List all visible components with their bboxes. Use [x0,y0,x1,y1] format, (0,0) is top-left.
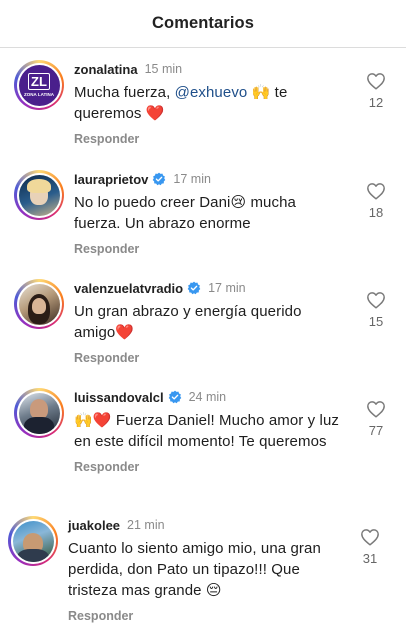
like-button[interactable]: 15 [362,291,390,329]
page-title: Comentarios [152,14,254,32]
comment-text: Un gran abrazo y energía querido amigo❤️ [74,303,302,341]
avatar[interactable] [14,279,64,329]
like-button[interactable]: 18 [362,182,390,220]
comment-time: 17 min [208,281,246,295]
like-count: 77 [368,423,384,438]
mention-link[interactable]: @exhuevo [175,84,248,101]
avatar[interactable] [8,516,58,566]
avatar[interactable] [14,388,64,438]
avatar[interactable] [14,170,64,220]
comment-text: 🙌❤️ Fuerza Daniel! Mucho amor y luz en e… [74,412,340,450]
heart-outline-icon [367,183,385,200]
comment-time: 21 min [127,518,165,532]
reply-button[interactable]: Responder [74,351,344,365]
comment-username[interactable]: valenzuelatvradio [74,281,183,296]
like-count: 12 [368,95,384,110]
like-count: 18 [368,205,384,220]
avatar[interactable]: ZL ZONA LATINA [14,60,64,110]
like-count: 31 [362,551,378,566]
comment-text: Mucha fuerza, @exhuevo 🙌 te queremos ❤️ [74,84,288,122]
comment-text: Cuanto lo siento amigo mio, una gran per… [68,540,321,599]
comment-username[interactable]: luissandovalcl [74,390,164,405]
like-button[interactable]: 77 [362,400,390,438]
comment-text: No lo puedo creer Dani😢 mucha fuerza. Un… [74,194,296,232]
comment-username[interactable]: zonalatina [74,62,138,77]
reply-button[interactable]: Responder [74,242,344,256]
verified-badge-icon [187,281,201,295]
comments-header: Comentarios [0,0,406,48]
like-button[interactable]: 12 [362,72,390,110]
heart-outline-icon [367,401,385,418]
heart-outline-icon [367,73,385,90]
avatar-logo-subtext: ZONA LATINA [24,92,54,97]
like-count: 15 [368,314,384,329]
like-button[interactable]: 31 [356,528,384,566]
verified-badge-icon [168,390,182,404]
reply-button[interactable]: Responder [74,132,344,146]
comment-time: 15 min [144,62,183,76]
reply-button[interactable]: Responder [74,460,344,474]
avatar-logo-text: ZL [28,73,50,90]
verified-badge-icon [152,172,166,186]
heart-outline-icon [367,292,385,309]
comment-time: 24 min [188,390,227,404]
comment-username[interactable]: lauraprietov [74,172,148,187]
reply-button[interactable]: Responder [68,609,348,623]
comment-username[interactable]: juakolee [68,518,120,533]
comment-time: 17 min [173,172,211,186]
heart-outline-icon [361,529,379,546]
